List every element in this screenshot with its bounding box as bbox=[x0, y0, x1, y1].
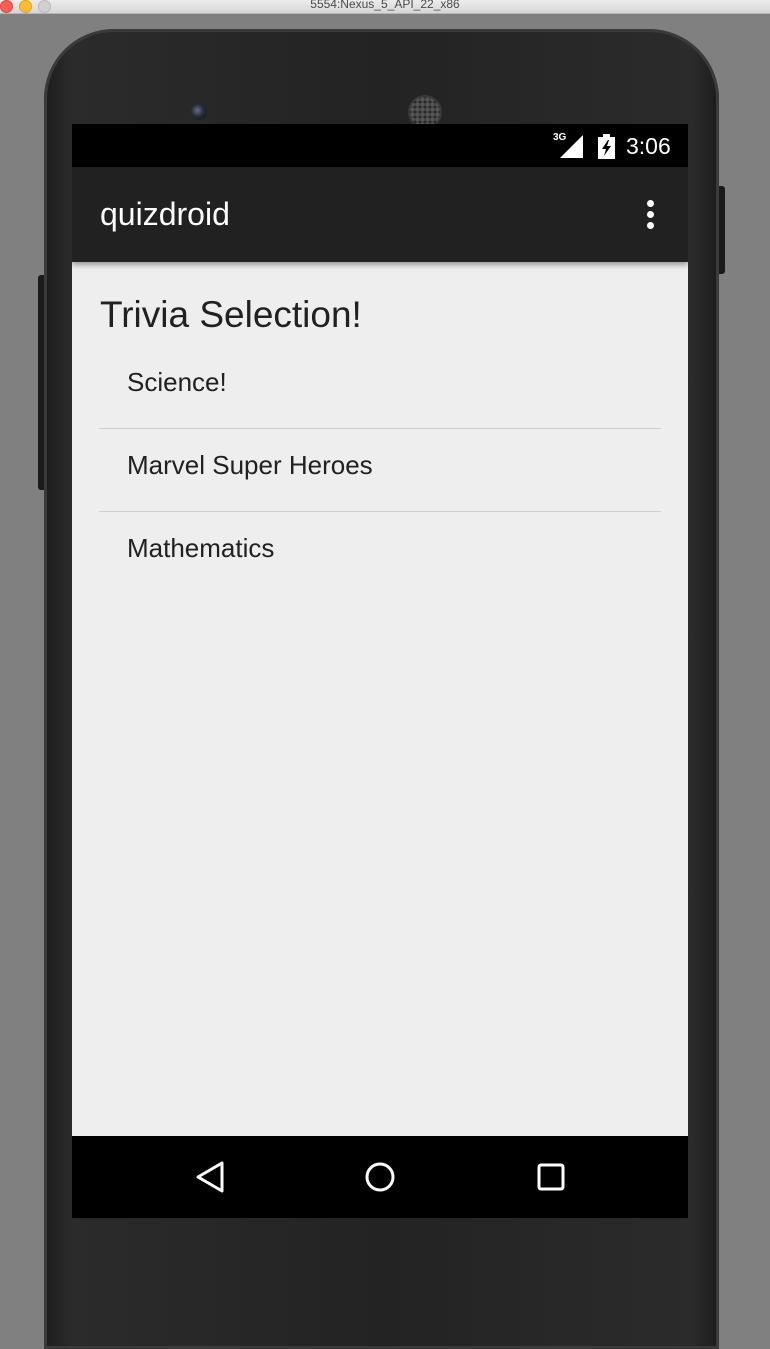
earpiece-speaker-icon bbox=[410, 97, 440, 127]
more-vert-icon[interactable] bbox=[638, 197, 662, 233]
topic-label: Marvel Super Heroes bbox=[127, 450, 373, 480]
topic-item-science[interactable]: Science! bbox=[99, 346, 661, 429]
topic-item-mathematics[interactable]: Mathematics bbox=[99, 512, 661, 594]
status-bar: 3G 3:06 bbox=[72, 124, 688, 167]
app-bar: quizdroid bbox=[72, 167, 688, 262]
device-screen: 3G 3:06 quizdroid Trivia Selection! Scie… bbox=[72, 124, 688, 1218]
topic-label: Science! bbox=[127, 367, 227, 397]
power-button[interactable] bbox=[718, 186, 725, 274]
home-icon[interactable] bbox=[359, 1156, 401, 1198]
window-title: 5554:Nexus_5_API_22_x86 bbox=[310, 0, 460, 11]
front-camera-icon bbox=[191, 104, 207, 120]
signal-icon bbox=[560, 135, 583, 158]
app-title: quizdroid bbox=[100, 196, 230, 232]
topic-list: Science! Marvel Super Heroes Mathematics bbox=[99, 346, 661, 594]
window-title-bar: 5554:Nexus_5_API_22_x86 bbox=[0, 0, 770, 14]
topic-label: Mathematics bbox=[127, 533, 275, 563]
back-icon[interactable] bbox=[189, 1156, 231, 1198]
navigation-bar bbox=[72, 1136, 688, 1218]
proximity-sensor-icon bbox=[634, 105, 642, 113]
light-sensor-icon bbox=[658, 107, 663, 112]
topic-item-marvel[interactable]: Marvel Super Heroes bbox=[99, 429, 661, 512]
battery-charging-icon bbox=[598, 134, 615, 159]
status-time: 3:06 bbox=[626, 133, 671, 159]
page-heading: Trivia Selection! bbox=[100, 294, 362, 335]
recents-icon[interactable] bbox=[530, 1156, 572, 1198]
